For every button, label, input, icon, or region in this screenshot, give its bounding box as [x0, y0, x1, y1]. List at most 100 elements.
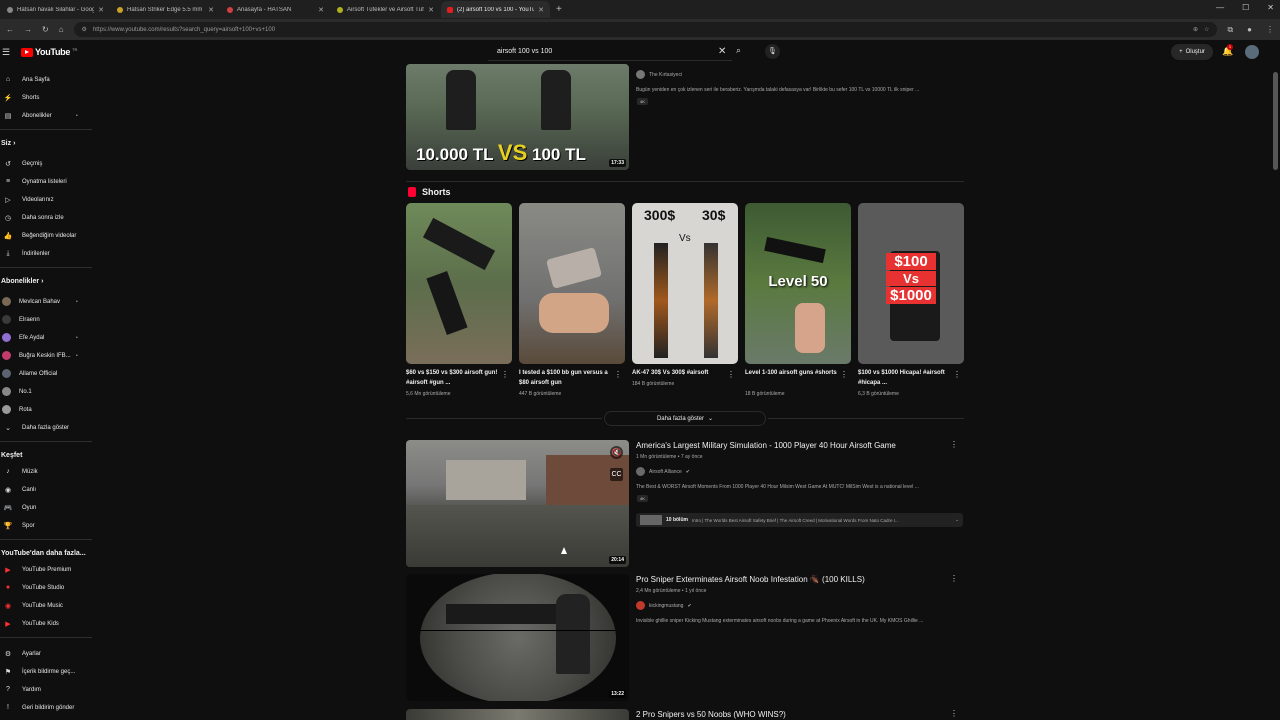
short-title[interactable]: Level 1-100 airsoft guns #shorts — [745, 368, 839, 378]
captions-icon[interactable]: CC — [610, 468, 623, 481]
sidebar-item-live[interactable]: ◉ Canlı — [0, 482, 92, 497]
short-thumbnail[interactable]: Level 50 — [745, 203, 851, 364]
video-title[interactable]: Pro Sniper Exterminates Airsoft Noob Inf… — [636, 575, 865, 584]
site-info-icon[interactable]: ⚙ — [82, 26, 87, 33]
chevron-down-icon[interactable]: ⌄ — [955, 517, 959, 523]
sidebar-item-kids[interactable]: ▶ YouTube Kids — [0, 616, 92, 631]
short-thumbnail[interactable]: 300$ 30$ Vs — [632, 203, 738, 364]
sidebar-channel[interactable]: Efe Aydal • — [0, 330, 92, 345]
url-field[interactable]: ⚙ https://www.youtube.com/results?search… — [73, 22, 1218, 37]
scrollbar[interactable] — [1273, 72, 1278, 170]
new-tab-icon[interactable]: + — [556, 4, 562, 15]
browser-tab[interactable]: Anasayfa - HATSAN ✕ — [221, 1, 330, 18]
short-title[interactable]: AK-47 30$ Vs 300$ #airsoft — [632, 368, 726, 378]
sidebar-item-music-app[interactable]: ◉ YouTube Music — [0, 598, 92, 613]
sidebar-show-more[interactable]: ⌄ Daha fazla göster — [0, 420, 92, 435]
avatar[interactable] — [1245, 45, 1259, 59]
close-icon[interactable]: ✕ — [318, 6, 324, 14]
reload-icon[interactable]: ↻ — [42, 25, 49, 34]
sidebar-item-watch-later[interactable]: ◷ Daha sonra izle — [0, 210, 92, 225]
create-button[interactable]: + Oluştur — [1171, 44, 1213, 60]
sidebar-channel[interactable]: No.1 — [0, 384, 92, 399]
sidebar-channel[interactable]: Allame Official — [0, 366, 92, 381]
close-icon[interactable]: ✕ — [428, 6, 434, 14]
sidebar-item-playlists[interactable]: ≡ Oynatma listeleri — [0, 174, 92, 189]
more-options-icon[interactable]: ⋮ — [840, 370, 848, 379]
short-title[interactable]: $60 vs $150 vs $300 airsoft gun! #airsof… — [406, 368, 500, 388]
sidebar-item-music[interactable]: ♪ Müzik — [0, 464, 92, 479]
video-thumbnail[interactable]: 🔇 CC 20:14 — [406, 440, 629, 567]
sidebar-channel[interactable]: Elraenn — [0, 312, 92, 327]
sidebar-item-history[interactable]: ↺ Geçmiş — [0, 156, 92, 171]
show-more-button[interactable]: Daha fazla göster ⌄ — [604, 411, 766, 426]
sidebar-item-shorts[interactable]: ⚡ Shorts — [0, 90, 92, 105]
back-icon[interactable]: ← — [6, 25, 14, 34]
sidebar-channel[interactable]: Buğra Keskin IFB... • — [0, 348, 92, 363]
browser-tab[interactable]: Hatsan Striker Edge 5.5 mm Ha ✕ — [111, 1, 220, 18]
video-title[interactable]: America's Largest Military Simulation - … — [636, 441, 896, 450]
home-browser-icon[interactable]: ⌂ — [59, 25, 64, 34]
short-title[interactable]: $100 vs $1000 Hicapa! #airsoft #hicapa .… — [858, 368, 952, 388]
section-you[interactable]: Siz › — [1, 140, 15, 147]
sidebar-item-liked[interactable]: 👍 Beğendiğim videolar — [0, 228, 92, 243]
short-thumbnail[interactable] — [406, 203, 512, 364]
search-icon[interactable]: ⌕ — [736, 45, 741, 56]
video-thumbnail[interactable]: 10.000 TL VS 100 TL 17:33 — [406, 64, 629, 170]
channel-link[interactable]: kickingmustang ✔ — [636, 601, 692, 610]
clear-search-icon[interactable]: ✕ — [718, 46, 732, 57]
browser-tab[interactable]: Hatsan havalı Silahlar - Google ✕ — [1, 1, 110, 18]
sidebar-item-feedback[interactable]: ! Geri bildirim gönder — [0, 700, 92, 715]
more-options-icon[interactable]: ⋮ — [953, 370, 961, 379]
chapters-row[interactable]: 10 bölüm Intro | The Worlds Best Airsoft… — [636, 513, 963, 527]
more-options-icon[interactable]: ⋮ — [950, 440, 958, 449]
video-thumbnail[interactable] — [406, 709, 629, 720]
menu-icon[interactable]: ⋮ — [1266, 25, 1274, 35]
sidebar-item-gaming[interactable]: 🎮 Oyun — [0, 500, 92, 515]
sidebar-item-home[interactable]: ⌂ Ana Sayfa — [0, 72, 92, 87]
sidebar-item-help[interactable]: ? Yardım — [0, 682, 92, 697]
more-options-icon[interactable]: ⋮ — [950, 709, 958, 718]
chevron-down-icon: ⌄ — [708, 416, 714, 422]
browser-tab[interactable]: Airsoft Tüfekler ve Airsoft Tüfe ✕ — [331, 1, 440, 18]
section-subscriptions[interactable]: Abonelikler › — [1, 278, 43, 285]
notifications-bell-icon[interactable]: 🔔 1 — [1222, 44, 1233, 57]
forward-icon[interactable]: → — [24, 25, 32, 34]
sidebar-channel[interactable]: Mevlcan Bahav • — [0, 294, 92, 309]
browser-tab-active[interactable]: (2) airsoft 100 vs 100 - YouTube ✕ — [441, 1, 550, 18]
hamburger-menu-icon[interactable]: ☰ — [2, 47, 10, 58]
search-input[interactable]: airsoft 100 vs 100 ✕ — [488, 43, 732, 61]
more-options-icon[interactable]: ⋮ — [614, 370, 622, 379]
short-title[interactable]: I tested a $100 bb gun versus a $80 airs… — [519, 368, 613, 388]
bookmark-star-icon[interactable]: ☆ — [1204, 26, 1209, 33]
zoom-icon[interactable]: ⊕ — [1193, 26, 1198, 33]
sidebar-channel[interactable]: Rota — [0, 402, 92, 417]
minimize-icon[interactable]: — — [1216, 3, 1224, 12]
video-thumbnail[interactable]: 13:22 — [406, 574, 629, 701]
channel-link[interactable]: Airsoft Alliance ✔ — [636, 467, 690, 476]
sidebar-item-report-history[interactable]: ⚑ İçerik bildirme geç... — [0, 664, 92, 679]
profile-icon[interactable]: ● — [1247, 25, 1252, 35]
close-icon[interactable]: ✕ — [208, 6, 214, 14]
mute-icon[interactable]: 🔇 — [610, 446, 623, 459]
more-options-icon[interactable]: ⋮ — [501, 370, 509, 379]
extensions-icon[interactable]: ⧉ — [1227, 25, 1233, 35]
sidebar-item-subscriptions[interactable]: ▤ Abonelikler • — [0, 108, 92, 123]
maximize-icon[interactable]: ☐ — [1242, 3, 1249, 12]
youtube-logo[interactable]: YouTube TR — [21, 47, 77, 57]
sidebar-item-settings[interactable]: ⚙ Ayarlar — [0, 646, 92, 661]
short-thumbnail[interactable] — [519, 203, 625, 364]
more-options-icon[interactable]: ⋮ — [950, 574, 958, 583]
microphone-icon[interactable]: 🎙 — [765, 44, 780, 59]
video-title[interactable]: 2 Pro Snipers vs 50 Noobs (WHO WINS?) — [636, 710, 786, 719]
sidebar-item-studio[interactable]: ● YouTube Studio — [0, 580, 92, 595]
close-icon[interactable]: ✕ — [98, 6, 104, 14]
sidebar-item-premium[interactable]: ▶ YouTube Premium — [0, 562, 92, 577]
close-window-icon[interactable]: ✕ — [1267, 3, 1274, 12]
sidebar-item-downloads[interactable]: ⤓ İndirilenler — [0, 246, 92, 261]
sidebar-item-your-videos[interactable]: ▷ Videolarınız — [0, 192, 92, 207]
more-options-icon[interactable]: ⋮ — [727, 370, 735, 379]
sidebar-item-sports[interactable]: 🏆 Spor — [0, 518, 92, 533]
short-thumbnail[interactable]: $100 Vs $1000 — [858, 203, 964, 364]
close-icon[interactable]: ✕ — [538, 6, 544, 14]
channel-link[interactable]: The Kırtasiyeci — [636, 70, 682, 79]
